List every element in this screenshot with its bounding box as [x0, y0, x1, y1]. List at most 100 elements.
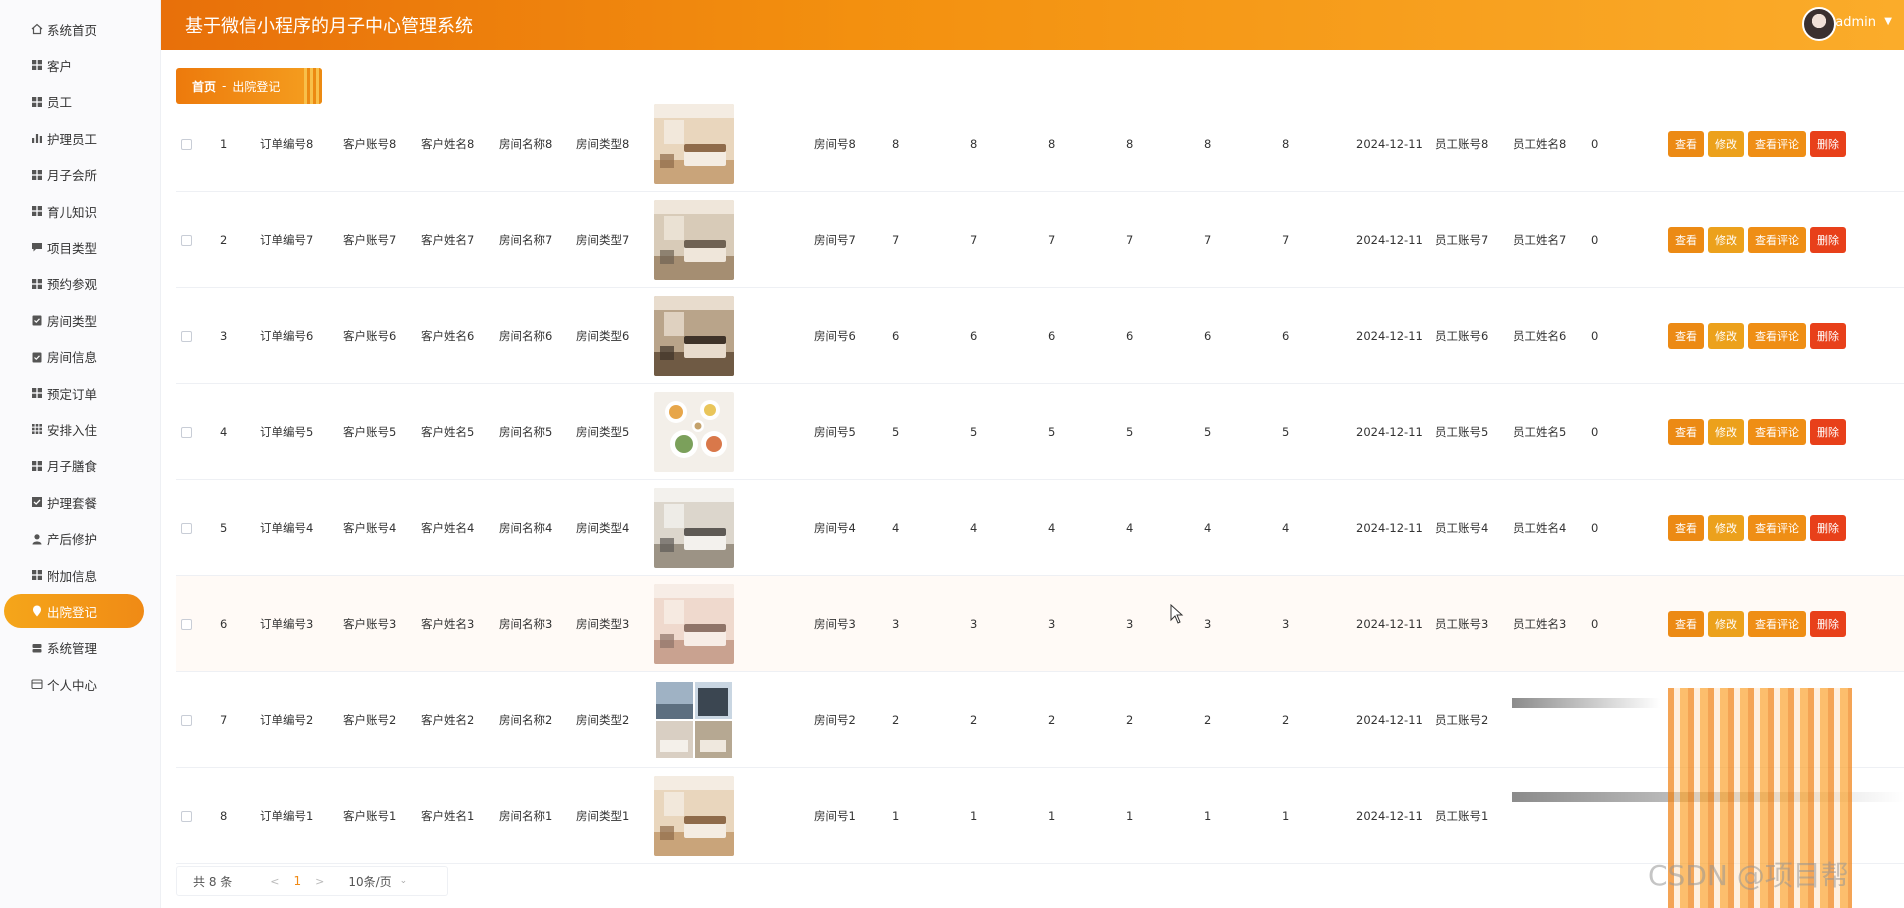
row-checkbox[interactable]	[181, 234, 192, 246]
sidebar-item-0[interactable]: 系统首页	[4, 12, 144, 46]
sidebar-item-14[interactable]: 产后修护	[4, 522, 144, 556]
view-comments-button[interactable]: 查看评论	[1748, 419, 1806, 445]
row-checkbox[interactable]	[181, 618, 192, 630]
edit-button[interactable]: 修改	[1708, 131, 1744, 157]
chevron-down-icon[interactable]: ⌄	[400, 876, 408, 886]
cell-status: 0	[1591, 233, 1599, 247]
view-button[interactable]: 查看	[1668, 515, 1704, 541]
cell-acct: 客户账号6	[343, 329, 397, 343]
table-row[interactable]: 7 订单编号2 客户账号2 客户姓名2 房间名称2 房间类型2 房间号2 2 2 2 2 2 2 2024…	[176, 672, 1904, 768]
cell-idx: 2	[220, 233, 228, 247]
delete-button[interactable]: 删除	[1810, 419, 1846, 445]
room-image[interactable]	[654, 680, 734, 760]
pagination-current-page[interactable]: 1	[293, 874, 301, 888]
cell-n5: 4	[1204, 521, 1212, 535]
sidebar-item-label: 个人中心	[47, 677, 98, 693]
view-comments-button[interactable]: 查看评论	[1748, 131, 1806, 157]
delete-button[interactable]: 删除	[1810, 323, 1846, 349]
room-image[interactable]	[654, 296, 734, 376]
sidebar-item-16[interactable]: 出院登记	[4, 594, 144, 629]
sidebar-item-label: 月子膳食	[47, 459, 98, 475]
room-image[interactable]	[654, 392, 734, 472]
sidebar-item-10[interactable]: 预定订单	[4, 376, 144, 410]
avatar[interactable]	[1802, 7, 1836, 41]
room-image-cell	[654, 192, 734, 288]
table-row[interactable]: 2 订单编号7 客户账号7 客户姓名7 房间名称7 房间类型7 房间号7 7 7 7 7 7 7 2024…	[176, 192, 1904, 288]
view-button[interactable]: 查看	[1668, 419, 1704, 445]
row-checkbox[interactable]	[181, 810, 192, 822]
table-row[interactable]: 4 订单编号5 客户账号5 客户姓名5 房间名称5 房间类型5 房间号5 5 5 5 5 5 5 2024…	[176, 384, 1904, 480]
cell-room_no: 房间号4	[814, 521, 856, 535]
sidebar-item-4[interactable]: 月子会所	[4, 158, 144, 192]
pagination-next-button[interactable]: >	[315, 875, 324, 888]
sidebar-item-17[interactable]: 系统管理	[4, 631, 144, 665]
view-comments-button[interactable]: 查看评论	[1748, 227, 1806, 253]
room-image[interactable]	[654, 584, 734, 664]
cell-room_name: 房间名称3	[499, 617, 553, 631]
sidebar-item-8[interactable]: 房间类型	[4, 303, 144, 337]
sidebar-item-2[interactable]: 员工	[4, 85, 144, 119]
row-checkbox[interactable]	[181, 714, 192, 726]
table-row[interactable]: 6 订单编号3 客户账号3 客户姓名3 房间名称3 房间类型3 房间号3 3 3 3 3 3 3 2024…	[176, 576, 1904, 672]
cell-acct: 客户账号7	[343, 233, 397, 247]
cell-staff_name: 员工姓名5	[1513, 425, 1567, 439]
cell-n3: 4	[1048, 521, 1056, 535]
delete-button[interactable]: 删除	[1810, 227, 1846, 253]
table-row[interactable]: 8 订单编号1 客户账号1 客户姓名1 房间名称1 房间类型1 房间号1 1 1 1 1 1 1 2024…	[176, 768, 1904, 864]
sidebar: 系统首页客户 员工护理员工月子会所 育儿知识 项目类型 预约参观 房间类型 房间信息 预定订单…	[0, 0, 161, 908]
sidebar-item-13[interactable]: 护理套餐	[4, 485, 144, 519]
row-checkbox[interactable]	[181, 426, 192, 438]
sidebar-item-18[interactable]: 个人中心	[4, 667, 144, 701]
sidebar-item-7[interactable]: 预约参观	[4, 267, 144, 301]
cell-n6: 4	[1282, 521, 1290, 535]
sidebar-item-1[interactable]: 客户	[4, 48, 144, 82]
pagination-prev-button[interactable]: <	[270, 875, 279, 888]
grid-icon	[30, 168, 43, 181]
sidebar-item-15[interactable]: 附加信息	[4, 558, 144, 592]
view-comments-button[interactable]: 查看评论	[1748, 515, 1806, 541]
sidebar-item-11[interactable]: 安排入住	[4, 412, 144, 446]
sidebar-item-5[interactable]: 育儿知识	[4, 194, 144, 228]
sidebar-item-9[interactable]: 房间信息	[4, 340, 144, 374]
view-comments-button[interactable]: 查看评论	[1748, 323, 1806, 349]
view-button[interactable]: 查看	[1668, 131, 1704, 157]
table-row[interactable]: 3 订单编号6 客户账号6 客户姓名6 房间名称6 房间类型6 房间号6 6 6 6 6 6 6 2024…	[176, 288, 1904, 384]
room-image[interactable]	[654, 200, 734, 280]
table-row[interactable]: 1 订单编号8 客户账号8 客户姓名8 房间名称8 房间类型8 房间号8 8 8 8 8 8 8 2024…	[176, 96, 1904, 192]
delete-button[interactable]: 删除	[1810, 515, 1846, 541]
view-button[interactable]: 查看	[1668, 611, 1704, 637]
sidebar-item-12[interactable]: 月子膳食	[4, 449, 144, 483]
row-checkbox[interactable]	[181, 330, 192, 342]
edit-button[interactable]: 修改	[1708, 515, 1744, 541]
chevron-down-icon[interactable]: ▼	[1884, 16, 1892, 27]
user-name[interactable]: admin	[1835, 15, 1876, 30]
room-image[interactable]	[654, 488, 734, 568]
view-button[interactable]: 查看	[1668, 323, 1704, 349]
room-image[interactable]	[654, 776, 734, 856]
cell-acct: 客户账号8	[343, 137, 397, 151]
cell-n6: 8	[1282, 137, 1290, 151]
checkbox-icon	[30, 496, 43, 509]
sidebar-item-3[interactable]: 护理员工	[4, 121, 144, 155]
sidebar-item-6[interactable]: 项目类型	[4, 230, 144, 264]
edit-button[interactable]: 修改	[1708, 323, 1744, 349]
edit-button[interactable]: 修改	[1708, 611, 1744, 637]
cell-name: 客户姓名7	[421, 233, 475, 247]
table-row[interactable]: 5 订单编号4 客户账号4 客户姓名4 房间名称4 房间类型4 房间号4 4 4 4 4 4 4 2024…	[176, 480, 1904, 576]
view-comments-button[interactable]: 查看评论	[1748, 611, 1806, 637]
row-checkbox[interactable]	[181, 138, 192, 150]
edit-button[interactable]: 修改	[1708, 227, 1744, 253]
cell-idx: 3	[220, 329, 228, 343]
breadcrumb-home[interactable]: 首页	[192, 78, 216, 95]
view-button[interactable]: 查看	[1668, 227, 1704, 253]
sidebar-item-label: 系统首页	[47, 22, 98, 38]
delete-button[interactable]: 删除	[1810, 131, 1846, 157]
pagination-page-size[interactable]: 10条/页	[348, 873, 391, 890]
row-checkbox[interactable]	[181, 522, 192, 534]
cell-n6: 3	[1282, 617, 1290, 631]
edit-button[interactable]: 修改	[1708, 419, 1744, 445]
breadcrumb-separator: -	[222, 79, 227, 93]
sidebar-item-label: 护理员工	[47, 131, 98, 147]
room-image[interactable]	[654, 104, 734, 184]
delete-button[interactable]: 删除	[1810, 611, 1846, 637]
